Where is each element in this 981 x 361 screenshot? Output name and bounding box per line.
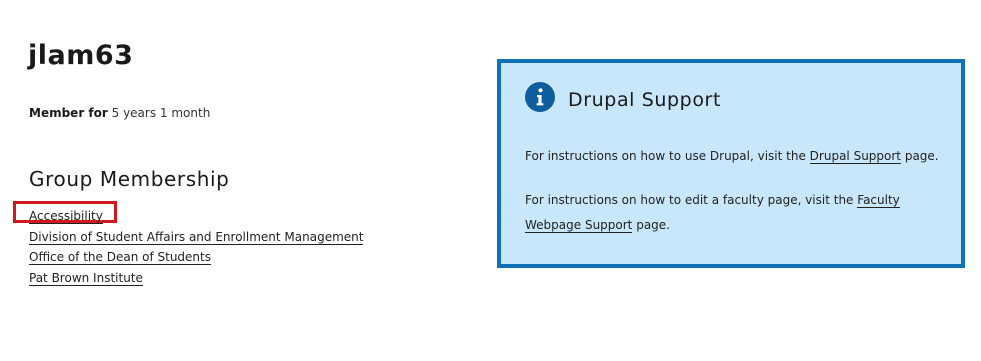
group-link-student-affairs[interactable]: Division of Student Affairs and Enrollme…	[29, 229, 364, 245]
group-link-dean-of-students[interactable]: Office of the Dean of Students	[29, 250, 211, 265]
group-link-pat-brown-institute[interactable]: Pat Brown Institute	[29, 270, 143, 286]
support-text: For instructions on how to edit a facult…	[525, 193, 858, 207]
support-paragraph-faculty: For instructions on how to edit a facult…	[525, 188, 935, 238]
member-for: Member for 5 years 1 month	[29, 106, 210, 120]
info-icon	[525, 82, 555, 112]
drupal-support-link[interactable]: Drupal Support	[809, 149, 902, 164]
support-paragraph-drupal: For instructions on how to use Drupal, v…	[525, 144, 939, 169]
drupal-support-panel: Drupal Support For instructions on how t…	[497, 59, 965, 268]
member-for-label: Member for	[29, 106, 108, 120]
list-item: Accessibility	[29, 207, 363, 228]
list-item: Office of the Dean of Students	[29, 248, 363, 269]
support-text: page.	[901, 149, 939, 163]
member-for-value: 5 years 1 month	[111, 106, 211, 120]
group-membership-list: Accessibility Division of Student Affair…	[29, 207, 364, 290]
support-text: For instructions on how to use Drupal, v…	[525, 149, 810, 163]
group-membership-heading: Group Membership	[29, 167, 230, 191]
support-title: Drupal Support	[568, 89, 722, 111]
list-item: Division of Student Affairs and Enrollme…	[29, 228, 364, 249]
list-item: Pat Brown Institute	[29, 269, 363, 290]
group-link-accessibility[interactable]: Accessibility	[29, 209, 103, 224]
page-title: jlam63	[28, 40, 134, 71]
support-text: page.	[632, 218, 670, 232]
